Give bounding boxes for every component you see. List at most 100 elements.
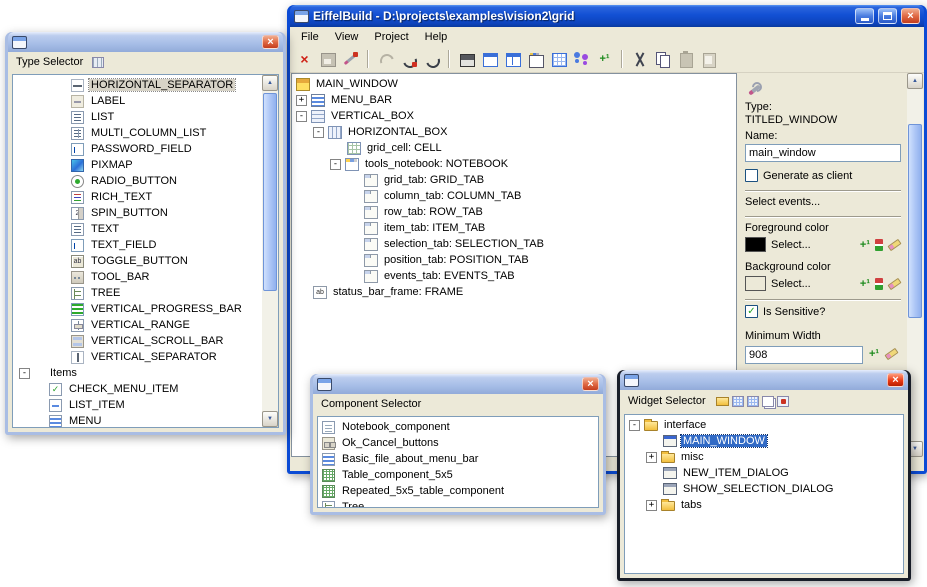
generate-client-checkbox[interactable]: [745, 169, 758, 182]
paste-special-icon[interactable]: [698, 49, 719, 70]
type-row[interactable]: LIST_ITEM: [13, 397, 261, 413]
modify-color-icon[interactable]: [875, 278, 883, 290]
type-row[interactable]: LABEL: [13, 93, 261, 109]
tree-row-horizontal-box[interactable]: - HORIZONTAL_BOX: [292, 124, 736, 140]
eraser-icon[interactable]: [885, 348, 899, 360]
type-row[interactable]: MULTI_COLUMN_LIST: [13, 125, 261, 141]
scroll-thumb[interactable]: [263, 93, 277, 291]
type-row[interactable]: MENU: [13, 413, 261, 427]
tree-row-tools-notebook[interactable]: - tools_notebook: NOTEBOOK: [292, 156, 736, 172]
users-icon[interactable]: [571, 49, 592, 70]
tree-row-events-tab[interactable]: events_tab: EVENTS_TAB: [292, 268, 736, 284]
tree-row-column-tab[interactable]: column_tab: COLUMN_TAB: [292, 188, 736, 204]
save-icon[interactable]: [317, 49, 338, 70]
collapse-icon[interactable]: -: [629, 420, 640, 431]
tree-row-vertical-box[interactable]: - VERTICAL_BOX: [292, 108, 736, 124]
type-row[interactable]: 2 SPIN_BUTTON: [13, 205, 261, 221]
copy-icon[interactable]: [652, 49, 673, 70]
select-events-link[interactable]: Select events...: [745, 196, 901, 208]
build-icon[interactable]: [340, 49, 361, 70]
undo-icon[interactable]: [375, 49, 396, 70]
type-group-items[interactable]: - Items: [13, 365, 261, 381]
notebook-view-icon[interactable]: [525, 49, 546, 70]
close-button[interactable]: ×: [887, 373, 904, 387]
widget-row-tabs[interactable]: + tabs: [625, 497, 903, 513]
type-row[interactable]: LIST: [13, 109, 261, 125]
tree-row-menu-bar[interactable]: + MENU_BAR: [292, 92, 736, 108]
type-row[interactable]: TOOL_BAR: [13, 269, 261, 285]
add-one-icon[interactable]: +¹: [869, 348, 879, 360]
type-row[interactable]: VERTICAL_PROGRESS_BAR: [13, 301, 261, 317]
tree-row-main-window[interactable]: MAIN_WINDOW: [292, 76, 736, 92]
type-row[interactable]: VERTICAL_RANGE: [13, 317, 261, 333]
delete-icon[interactable]: ×: [294, 49, 315, 70]
type-list-scrollbar[interactable]: ▲ ▼: [262, 75, 278, 427]
scroll-down-button[interactable]: ▼: [262, 411, 278, 427]
widget-row-show-selection-dialog[interactable]: SHOW_SELECTION_DIALOG: [625, 481, 903, 497]
component-row[interactable]: Repeated_5x5_table_component: [318, 483, 598, 499]
type-row[interactable]: TEXT: [13, 221, 261, 237]
expand-icon[interactable]: +: [296, 95, 307, 106]
tree-row-status-bar-frame[interactable]: ab status_bar_frame: FRAME: [292, 284, 736, 300]
generate-icon[interactable]: [456, 49, 477, 70]
component-row[interactable]: Notebook_component: [318, 419, 598, 435]
add-one-icon[interactable]: +¹: [860, 278, 870, 290]
min-width-input[interactable]: [745, 346, 863, 364]
component-row[interactable]: Basic_file_about_menu_bar: [318, 451, 598, 467]
menu-file[interactable]: File: [293, 29, 327, 45]
type-row[interactable]: RADIO_BUTTON: [13, 173, 261, 189]
redo-icon[interactable]: [421, 49, 442, 70]
close-button[interactable]: ×: [901, 8, 920, 24]
folder-icon[interactable]: [716, 397, 729, 406]
menu-project[interactable]: Project: [366, 29, 416, 45]
type-row[interactable]: ab TOGGLE_BUTTON: [13, 253, 261, 269]
collapse-icon[interactable]: -: [330, 159, 341, 170]
type-row[interactable]: TEXT_FIELD: [13, 237, 261, 253]
remove-icon[interactable]: [777, 396, 789, 407]
minimize-button[interactable]: [855, 8, 874, 24]
collapse-icon[interactable]: -: [296, 111, 307, 122]
type-row[interactable]: ✓ CHECK_MENU_ITEM: [13, 381, 261, 397]
sensitive-checkbox[interactable]: ✓: [745, 305, 758, 318]
titlebar[interactable]: ×: [8, 32, 283, 52]
component-row[interactable]: Table_component_5x5: [318, 467, 598, 483]
tree-row-row-tab[interactable]: row_tab: ROW_TAB: [292, 204, 736, 220]
collapse-icon[interactable]: -: [19, 368, 30, 379]
add-one-icon[interactable]: +¹: [594, 49, 615, 70]
grid-icon[interactable]: [747, 396, 759, 407]
maximize-button[interactable]: [878, 8, 897, 24]
widget-row-interface[interactable]: - interface: [625, 417, 903, 433]
add-grid-icon[interactable]: [732, 396, 744, 407]
eraser-icon[interactable]: [887, 238, 901, 250]
grid-view-icon[interactable]: [548, 49, 569, 70]
expand-icon[interactable]: +: [646, 500, 657, 511]
menu-help[interactable]: Help: [417, 29, 456, 45]
name-input[interactable]: [745, 144, 901, 162]
background-swatch[interactable]: [745, 276, 766, 291]
foreground-swatch[interactable]: [745, 237, 766, 252]
type-row[interactable]: PASSWORD_FIELD: [13, 141, 261, 157]
tree-row-grid-tab[interactable]: grid_tab: GRID_TAB: [292, 172, 736, 188]
titlebar[interactable]: EiffelBuild - D:\projects\examples\visio…: [290, 5, 924, 27]
type-row[interactable]: PIXMAP: [13, 157, 261, 173]
expand-icon[interactable]: +: [646, 452, 657, 463]
modify-color-icon[interactable]: [875, 239, 883, 251]
scroll-up-button[interactable]: ▲: [262, 75, 278, 91]
type-row[interactable]: HORIZONTAL_SEPARATOR: [13, 77, 261, 93]
type-row[interactable]: VERTICAL_SEPARATOR: [13, 349, 261, 365]
tree-row-item-tab[interactable]: item_tab: ITEM_TAB: [292, 220, 736, 236]
close-button[interactable]: ×: [262, 35, 279, 49]
scroll-thumb[interactable]: [908, 124, 922, 318]
component-row[interactable]: Tree: [318, 499, 598, 507]
scroll-track[interactable]: [262, 91, 278, 411]
layout-view-icon[interactable]: [502, 49, 523, 70]
close-button[interactable]: ×: [582, 377, 599, 391]
eraser-icon[interactable]: [887, 277, 901, 289]
type-row[interactable]: RICH_TEXT: [13, 189, 261, 205]
add-one-icon[interactable]: +¹: [860, 239, 870, 251]
widget-row-new-item-dialog[interactable]: NEW_ITEM_DIALOG: [625, 465, 903, 481]
paste-icon[interactable]: [675, 49, 696, 70]
titlebar[interactable]: ×: [313, 374, 603, 394]
type-row[interactable]: TREE: [13, 285, 261, 301]
collapse-icon[interactable]: -: [313, 127, 324, 138]
